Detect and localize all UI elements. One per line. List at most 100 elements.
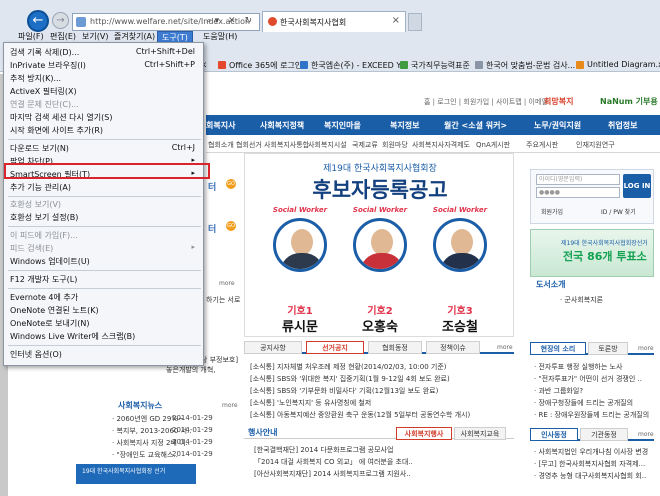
id-input[interactable]: 아이디(영문입력): [536, 174, 620, 185]
menu-help[interactable]: 도움말(H): [199, 31, 241, 44]
more-link[interactable]: more: [219, 280, 235, 287]
more-link[interactable]: more: [638, 345, 654, 352]
voice-item[interactable]: · 과반 그룹화일?: [534, 386, 583, 396]
job-item[interactable]: · 사회복지법인 우리개나침 이사장 변경: [534, 447, 648, 457]
favorite-ncs[interactable]: 국가직무능력표준: [400, 60, 470, 71]
favorite-office365[interactable]: Office 365에 로그인: [218, 60, 302, 71]
login-button[interactable]: LOG IN: [623, 174, 651, 198]
find-account-link[interactable]: ID / PW 찾기: [601, 207, 636, 216]
subnav-item[interactable]: 사회복지사통합: [264, 140, 309, 150]
election-banner[interactable]: 제19대 한국사회복지사협회장 후보자등록공고 Social Worker 기호…: [244, 153, 514, 337]
menu-item-inprivate[interactable]: InPrivate 브라우징(I): [10, 60, 86, 71]
gnb-item-magazine[interactable]: 월간 <소셜 워커>: [444, 120, 507, 131]
menu-item-add-start[interactable]: 시작 화면에 사이트 추가(R): [10, 125, 103, 136]
forward-arrow-icon[interactable]: →: [52, 12, 69, 29]
menu-item-windows-update[interactable]: Windows 업데이트(U): [10, 256, 90, 267]
favorite-diagram[interactable]: Untitled Diagram.xml -: [576, 60, 660, 69]
event-item[interactable]: [한국결핵재단] 2014 다문화프로그램 공모사업: [254, 445, 393, 455]
menu-item-reopen-session[interactable]: 마지막 검색 세션 다시 열기(S): [10, 112, 112, 123]
menu-item-downloads[interactable]: 다운로드 보기(N): [10, 143, 69, 154]
top-links[interactable]: 홈 | 로그인 | 회원가입 | 사이트맵 | 이메일: [424, 97, 548, 107]
subnav-item[interactable]: 회원마당: [382, 140, 408, 150]
go-badge-icon[interactable]: GO: [226, 179, 236, 189]
news-list-item[interactable]: [소식통] '노인복지지' 등 유사명칭에 철저: [250, 398, 371, 408]
menu-item-live-writer[interactable]: Windows Live Writer에 스크랩(B): [10, 331, 135, 342]
menu-item-f12-devtools[interactable]: F12 개발자 도구(L): [10, 274, 77, 285]
menu-item-internet-options[interactable]: 인터넷 옵션(O): [10, 349, 62, 360]
more-link[interactable]: more: [638, 431, 654, 438]
book-intro-heading[interactable]: 도서소개: [536, 279, 565, 290]
menu-item-activex-filter[interactable]: ActiveX 필터링(X): [10, 86, 77, 97]
tab-organization[interactable]: 기관동정: [580, 428, 628, 441]
back-arrow-icon[interactable]: ←: [27, 10, 49, 32]
tab-education[interactable]: 사회복지교육: [454, 427, 506, 440]
menu-item-subscribe-feed[interactable]: 이 피드에 가입(F)...: [10, 230, 78, 241]
menu-item-diagnose[interactable]: 연결 문제 진단(C)...: [10, 99, 79, 110]
voice-item[interactable]: · 전자투표 행정 실행하는 노사: [534, 362, 622, 372]
favorite-spellcheck[interactable]: 한국어 맞춤법-문법 검사...: [475, 60, 575, 71]
job-item[interactable]: · [무고] 한국사회복지사협회 자격제...: [534, 459, 645, 469]
password-input[interactable]: ●●●●: [536, 187, 620, 198]
left-box-title[interactable]: 터: [208, 180, 216, 193]
tab-events[interactable]: 사회복지행사: [396, 427, 452, 440]
tab-close-icon[interactable]: ×: [392, 15, 400, 26]
left-box-title[interactable]: 터: [208, 222, 216, 235]
book-item[interactable]: · 군사회복지론: [560, 295, 603, 305]
election-bottom-banner[interactable]: 19대 한국사회복지사협회장 선거: [76, 464, 196, 484]
join-link[interactable]: 회원가입: [541, 207, 563, 216]
subnav-item[interactable]: 사회복지시설: [308, 140, 347, 150]
address-bar[interactable]: http://www.welfare.net/site/Index.action…: [72, 13, 260, 31]
news-list-item[interactable]: [소식통] SBS와 '위대한 복지' 집중기획(1월 9-12일 4회 보도 …: [250, 374, 450, 384]
subnav-item[interactable]: 국제교류: [352, 140, 378, 150]
candidate-3[interactable]: Social Worker 기호3 조승철: [425, 206, 495, 335]
gnb-item-policy[interactable]: 사회복지정책: [260, 120, 304, 131]
left-snippet[interactable]: 놓은개발의 개혁,: [166, 365, 216, 375]
voice-item[interactable]: · 장애구청장들에 드리는 공개질의: [534, 398, 633, 408]
subnav-item[interactable]: 사회복지사자격제도: [412, 140, 470, 150]
menu-item-evernote[interactable]: Evernote 4에 추가: [10, 292, 78, 303]
new-tab-button[interactable]: [408, 13, 422, 31]
address-tools-icon[interactable]: ⌕▾ ✕ ↻: [207, 16, 255, 26]
news-list-item[interactable]: [소식통] 아동복지예산 중앙환원 축구 운동(12월 5일부터 공동연수학 개…: [250, 410, 470, 420]
menu-item-onenote-linked[interactable]: OneNote 연결된 노트(K): [10, 305, 99, 316]
menu-item-compat-settings[interactable]: 호환성 보기 설정(B): [10, 212, 78, 223]
tab-discussion[interactable]: 토론방: [588, 342, 628, 355]
candidate-2[interactable]: Social Worker 기호2 오홍숙: [345, 206, 415, 335]
subnav-item[interactable]: 주요게시판: [526, 140, 558, 150]
go-badge-icon[interactable]: GO: [226, 221, 236, 231]
news-list-item[interactable]: [소식통] SBS와 '기부문화 비밀사다' 기획(12월13일 보도 완료): [250, 386, 438, 396]
candidate-1[interactable]: Social Worker 기호1 류시문: [265, 206, 335, 335]
subnav-item[interactable]: 협회소개: [208, 140, 234, 150]
subnav-item[interactable]: QnA게시판: [476, 140, 510, 150]
menu-item-feed-discovery[interactable]: 피드 검색(E): [10, 243, 53, 254]
tab-election[interactable]: 선거공지: [306, 341, 364, 354]
gnb-item-info[interactable]: 복지정보: [390, 120, 419, 131]
gnb-item-village[interactable]: 복지인마을: [324, 120, 361, 131]
voice-item[interactable]: · RE : 장애우원장들께 드리는 공개질의: [534, 410, 649, 420]
gnb-item-jobs[interactable]: 취업정보: [608, 120, 637, 131]
more-link[interactable]: more: [497, 344, 513, 351]
vote-banner[interactable]: 제19대 한국사회복지사협회장선거 전국 86개 투표소: [530, 229, 654, 277]
news-item[interactable]: · "장애인도 교육해스..: [112, 450, 178, 460]
brand-hope-welfare[interactable]: 희망복지: [544, 96, 573, 107]
tab-personnel[interactable]: 인사동정: [530, 428, 578, 441]
news-heading[interactable]: 사회복지뉴스: [118, 400, 162, 411]
subnav-item[interactable]: 인재지원연구: [576, 140, 615, 150]
favorite-epson[interactable]: 한국엡손(주) - EXCEED Y...: [300, 60, 407, 71]
menu-item-delete-history[interactable]: 검색 기록 삭제(D)...: [10, 47, 79, 58]
tab-association[interactable]: 협회동정: [368, 341, 422, 354]
more-link[interactable]: more: [222, 402, 238, 409]
event-item[interactable]: [아산사회복지재단] 2014 사회복지프로그램 지원사..: [254, 469, 411, 479]
menu-item-send-onenote[interactable]: OneNote로 보내기(N): [10, 318, 89, 329]
gnb-item-labor[interactable]: 노무/권익지원: [534, 120, 581, 131]
tab-policy[interactable]: 정책이슈: [426, 341, 480, 354]
brand-nanum[interactable]: NaNum 기부용: [600, 96, 658, 107]
menu-item-compat-view[interactable]: 호환성 보기(V): [10, 199, 61, 210]
voice-item[interactable]: · "전자투표가" 어떤이 선거 경쟁인 ..: [534, 374, 642, 384]
menu-item-tracking-protection[interactable]: 추적 방지(K)...: [10, 73, 61, 84]
event-item[interactable]: 「2014 대걸 사회복지 CO 외교」 에 여러분을 초대..: [254, 457, 413, 467]
job-item[interactable]: · 경영추 능형 대구사회복지사협회 회..: [534, 471, 646, 481]
tab-notice[interactable]: 공지사항: [244, 341, 302, 354]
browser-tab[interactable]: 한국사회복지사협회 ×: [262, 11, 406, 32]
news-list-item[interactable]: [소식통] 지자체별 처우조례 제정 현황(2014/02/03, 10:00 …: [250, 362, 447, 372]
